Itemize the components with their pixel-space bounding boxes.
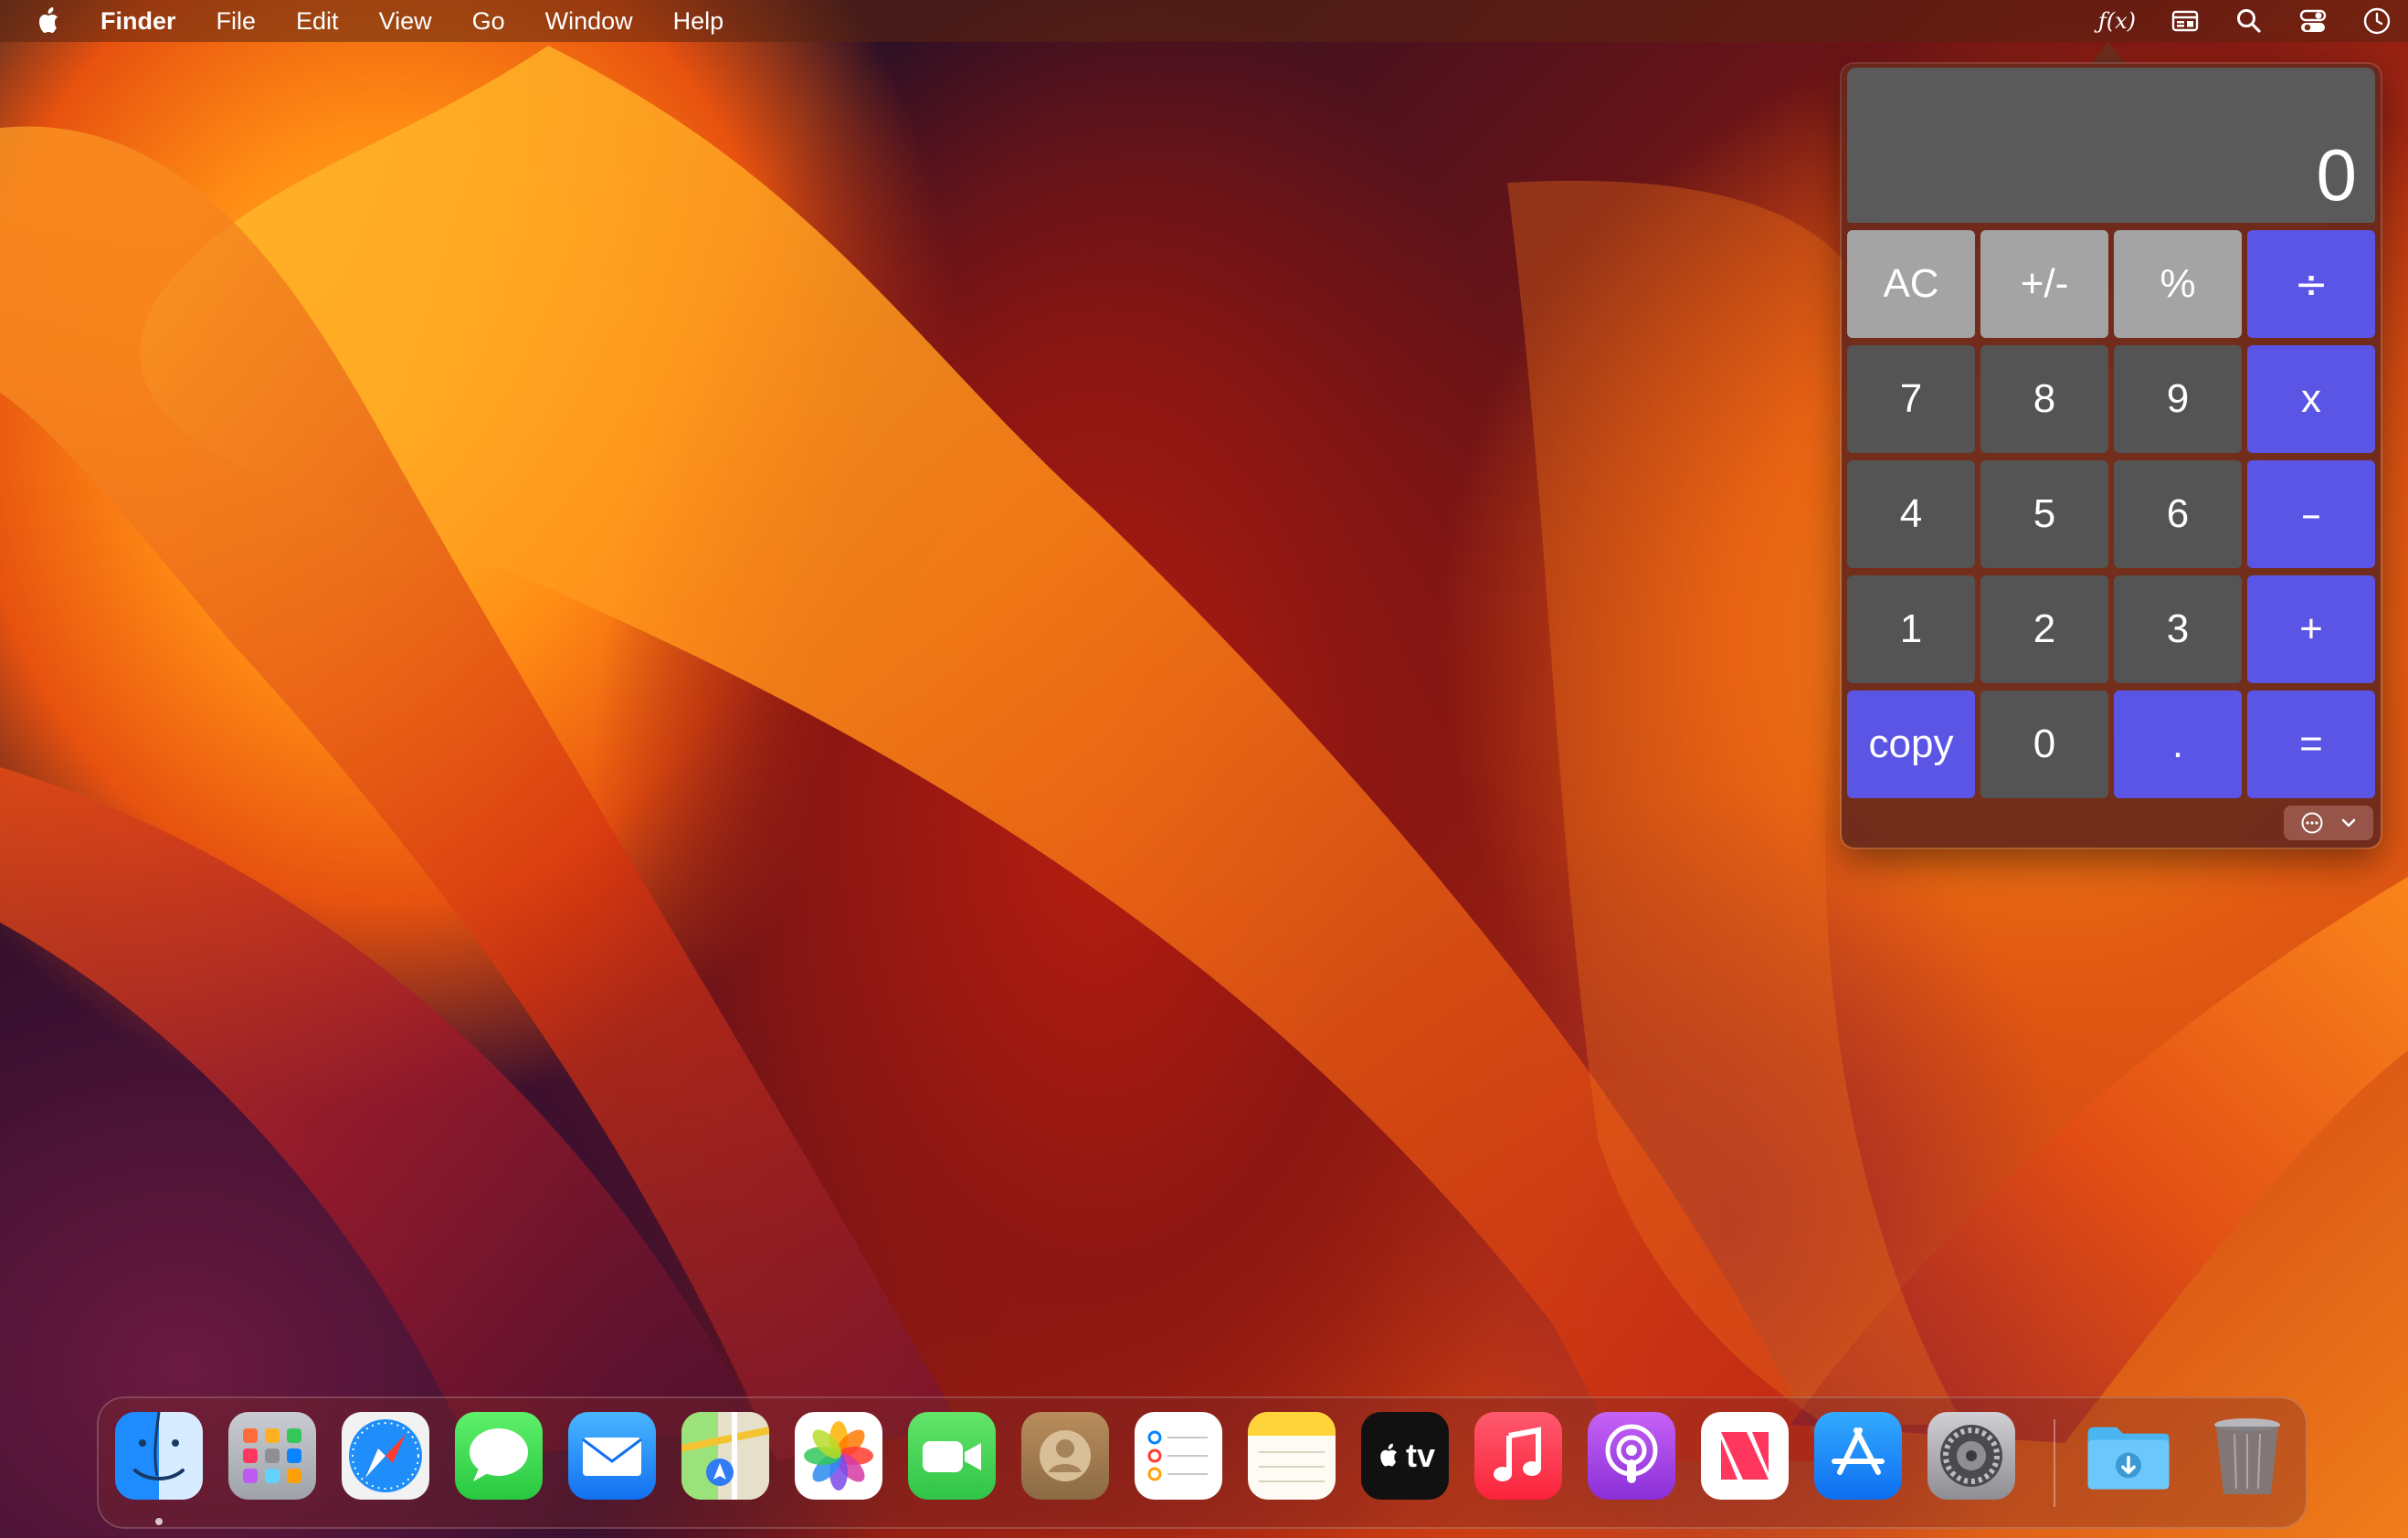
menu-help[interactable]: Help <box>673 7 724 36</box>
minus-button[interactable]: – <box>2247 460 2375 568</box>
more-options-icon <box>2301 812 2323 834</box>
nine-button[interactable]: 9 <box>2114 345 2242 453</box>
maps-icon[interactable] <box>681 1412 769 1500</box>
menu-status-area: ƒ(x) <box>2098 0 2392 42</box>
formula-display-icon[interactable] <box>2170 6 2200 36</box>
seven-button[interactable]: 7 <box>1847 345 1975 453</box>
equals-button[interactable]: = <box>2247 690 2375 798</box>
options-menu-button[interactable] <box>2284 806 2373 840</box>
one-button[interactable]: 1 <box>1847 575 1975 683</box>
tv-icon[interactable]: tv <box>1361 1412 1449 1500</box>
zero-button[interactable]: 0 <box>1980 690 2108 798</box>
messages-icon[interactable] <box>455 1412 543 1500</box>
finder-running-indicator <box>155 1518 163 1525</box>
menu-bar: Finder File Edit View Go Window Help ƒ(x… <box>0 0 2408 42</box>
chevron-down-icon <box>2341 818 2356 827</box>
mail-icon[interactable] <box>568 1412 656 1500</box>
safari-icon[interactable] <box>342 1412 429 1500</box>
ac-button[interactable]: AC <box>1847 230 1975 338</box>
copy-button[interactable]: copy <box>1847 690 1975 798</box>
notes-icon[interactable] <box>1248 1412 1336 1500</box>
decimal-button[interactable]: . <box>2114 690 2242 798</box>
menu-go[interactable]: Go <box>472 7 505 36</box>
three-button[interactable]: 3 <box>2114 575 2242 683</box>
six-button[interactable]: 6 <box>2114 460 2242 568</box>
reminders-icon[interactable] <box>1135 1412 1222 1500</box>
contacts-icon[interactable] <box>1021 1412 1109 1500</box>
menu-file[interactable]: File <box>217 7 257 36</box>
tv-label: tv <box>1405 1437 1435 1474</box>
system-settings-icon[interactable] <box>1927 1412 2015 1500</box>
eight-button[interactable]: 8 <box>1980 345 2108 453</box>
finder-icon[interactable] <box>115 1412 203 1500</box>
two-button[interactable]: 2 <box>1980 575 2108 683</box>
divide-button[interactable]: ÷ <box>2247 230 2375 338</box>
plus-minus-button[interactable]: +/- <box>1980 230 2108 338</box>
menu-view[interactable]: View <box>379 7 432 36</box>
five-button[interactable]: 5 <box>1980 460 2108 568</box>
clock-icon[interactable] <box>2362 6 2392 36</box>
facetime-icon[interactable] <box>908 1412 996 1500</box>
popover-arrow <box>2092 42 2125 64</box>
menu-edit[interactable]: Edit <box>296 7 339 36</box>
fx-menu-extra[interactable]: ƒ(x) <box>2098 8 2136 34</box>
app-store-icon[interactable] <box>1814 1412 1902 1500</box>
apple-icon[interactable] <box>33 5 66 37</box>
menu-app-finder[interactable]: Finder <box>100 7 176 36</box>
percent-button[interactable]: % <box>2114 230 2242 338</box>
menu-window[interactable]: Window <box>545 7 633 36</box>
news-icon[interactable] <box>1701 1412 1789 1500</box>
music-icon[interactable] <box>1474 1412 1562 1500</box>
photos-icon[interactable] <box>795 1412 882 1500</box>
four-button[interactable]: 4 <box>1847 460 1975 568</box>
calculator-display: 0 <box>1847 68 2375 223</box>
plus-button[interactable]: + <box>2247 575 2375 683</box>
calculator-popover: 0 AC +/- % ÷ 7 8 9 x 4 5 6 – 1 2 3 + cop… <box>1842 64 2381 848</box>
launchpad-icon[interactable] <box>228 1412 316 1500</box>
downloads-folder-icon[interactable] <box>2085 1412 2172 1500</box>
control-center-icon[interactable] <box>2298 6 2328 36</box>
search-icon[interactable] <box>2234 6 2264 36</box>
dock-separator <box>2054 1419 2055 1507</box>
podcasts-icon[interactable] <box>1588 1412 1675 1500</box>
trash-icon[interactable] <box>2203 1412 2291 1500</box>
multiply-button[interactable]: x <box>2247 345 2375 453</box>
